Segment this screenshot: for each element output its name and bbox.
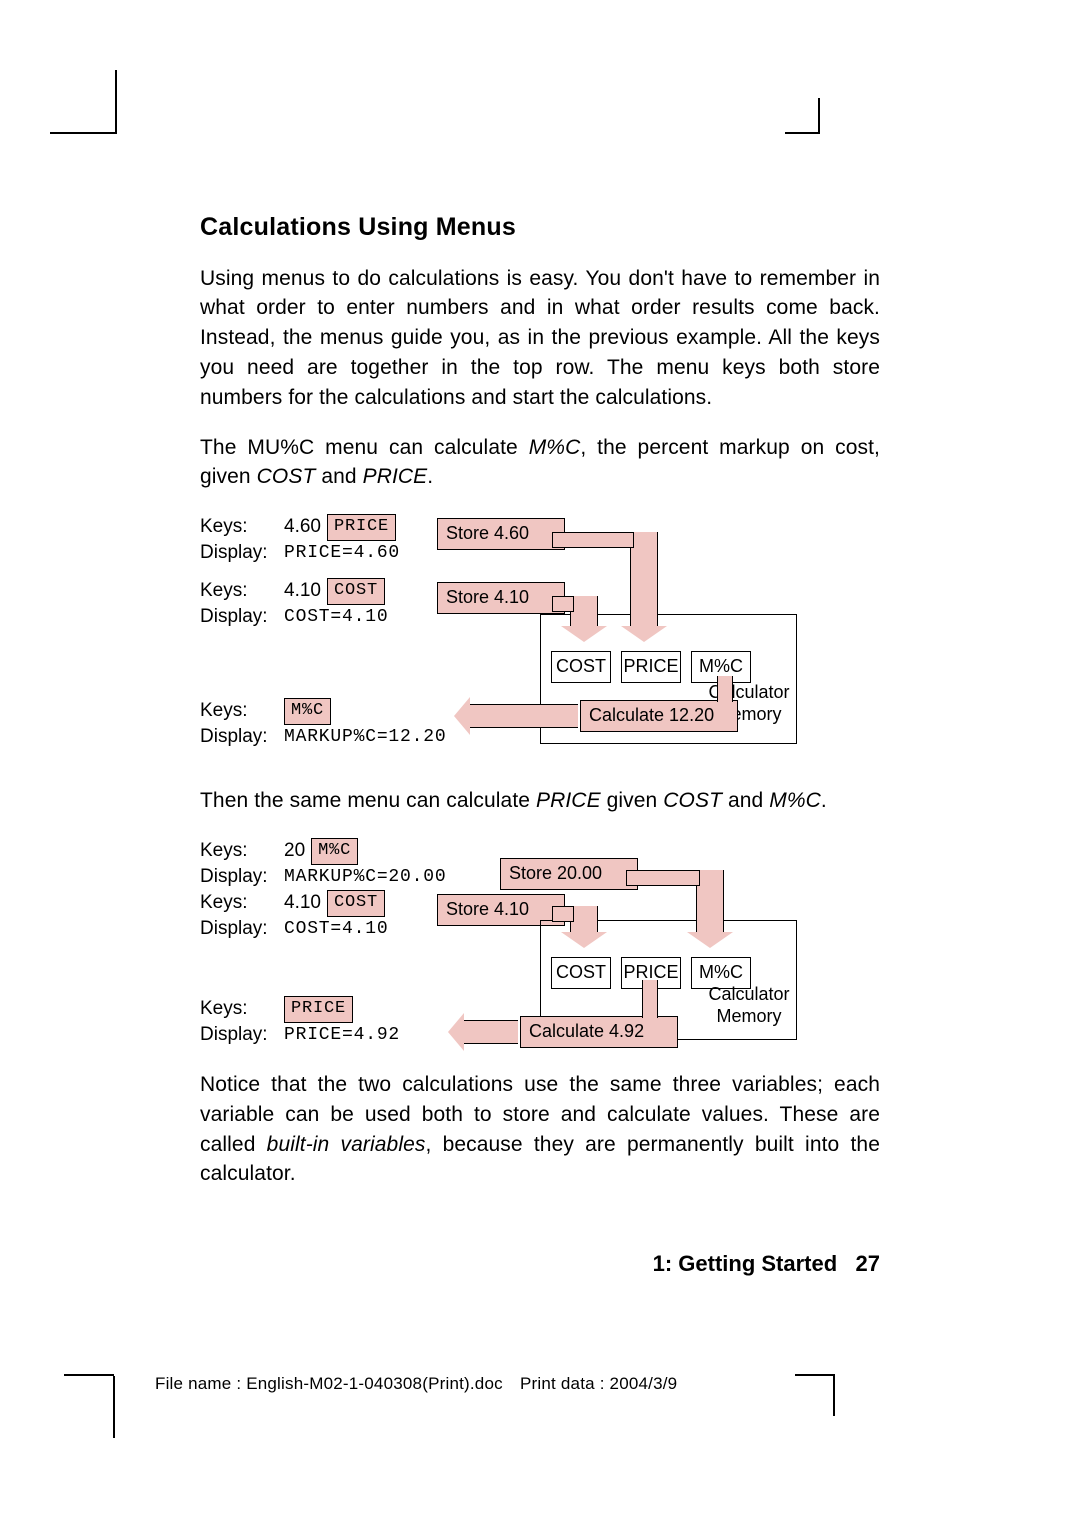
arrow-segment <box>552 596 574 612</box>
crop-mark <box>64 1374 114 1376</box>
display-value: MARKUP%C=20.00 <box>284 865 446 891</box>
key-entry: 4.10 <box>284 578 321 605</box>
menu-cell-price: PRICE <box>621 651 681 683</box>
arrow-store-mpc <box>696 870 724 934</box>
display-label: Display: <box>200 864 278 891</box>
paragraph: The MU%C menu can calculate M%C, the per… <box>200 433 880 493</box>
menu-key-mpc: M%C <box>311 838 358 865</box>
keys-label: Keys: <box>200 698 278 725</box>
footer: 1: Getting Started 27 <box>653 1248 880 1279</box>
menu-key-mpc: M%C <box>284 698 331 725</box>
arrow-store-cost <box>570 906 598 934</box>
paragraph: Then the same menu can calculate PRICE g… <box>200 786 880 816</box>
display-label: Display: <box>200 540 278 567</box>
arrow-segment <box>717 676 733 702</box>
keys-label: Keys: <box>200 514 278 541</box>
crop-mark <box>795 1374 835 1376</box>
arrow-store-price <box>630 532 658 628</box>
menu-key-cost: COST <box>327 890 385 917</box>
keys-label: Keys: <box>200 838 278 865</box>
keys-label: Keys: <box>200 578 278 605</box>
chapter-label: 1: Getting Started <box>653 1251 838 1276</box>
store-box: Store 4.10 <box>437 582 565 614</box>
key-entry: 4.10 <box>284 890 321 917</box>
store-box: Store 20.00 <box>500 858 638 890</box>
arrow-segment <box>552 532 634 548</box>
diagram-mucost: Keys: 4.60 PRICE Display: PRICE=4.60 Sto… <box>200 512 820 764</box>
arrow-store-cost <box>570 596 598 628</box>
file-info: File name : English-M02-1-040308(Print).… <box>155 1372 677 1396</box>
arrow-result <box>462 1020 518 1044</box>
display-value: PRICE=4.92 <box>284 1023 400 1049</box>
menu-key-price: PRICE <box>284 996 353 1023</box>
arrow-segment <box>642 980 658 1018</box>
display-label: Display: <box>200 916 278 943</box>
crop-mark <box>115 70 117 134</box>
arrow-result <box>468 704 578 728</box>
arrow-segment <box>552 906 574 922</box>
page-content: Calculations Using Menus Using menus to … <box>200 210 880 1209</box>
calculate-box: Calculate 12.20 <box>580 700 738 732</box>
section-heading: Calculations Using Menus <box>200 210 880 246</box>
diagram-price: Keys: 20 M%C Display: MARKUP%C=20.00 Sto… <box>200 836 820 1048</box>
display-value: COST=4.10 <box>284 917 388 943</box>
display-value: COST=4.10 <box>284 605 388 631</box>
display-label: Display: <box>200 1022 278 1049</box>
memory-label: Calculator Memory <box>700 984 798 1027</box>
crop-mark <box>833 1376 835 1416</box>
keys-label: Keys: <box>200 996 278 1023</box>
crop-mark <box>113 1376 115 1438</box>
keys-label: Keys: <box>200 890 278 917</box>
menu-cell-cost: COST <box>551 651 611 683</box>
store-box: Store 4.60 <box>437 518 565 550</box>
crop-mark <box>785 132 820 134</box>
page-number: 27 <box>856 1251 880 1276</box>
display-value: PRICE=4.60 <box>284 541 400 567</box>
crop-mark <box>818 98 820 134</box>
paragraph: Notice that the two calculations use the… <box>200 1070 880 1189</box>
menu-key-cost: COST <box>327 578 385 605</box>
key-entry: 20 <box>284 838 305 865</box>
display-label: Display: <box>200 724 278 751</box>
crop-mark <box>50 132 115 134</box>
arrow-segment <box>626 870 700 886</box>
paragraph: Using menus to do calculations is easy. … <box>200 264 880 413</box>
calculate-box: Calculate 4.92 <box>520 1016 678 1048</box>
menu-cell-cost: COST <box>551 957 611 989</box>
display-value: MARKUP%C=12.20 <box>284 725 446 751</box>
menu-key-price: PRICE <box>327 514 396 541</box>
menu-row: COST PRICE M%C <box>551 651 786 683</box>
key-entry: 4.60 <box>284 514 321 541</box>
display-label: Display: <box>200 604 278 631</box>
